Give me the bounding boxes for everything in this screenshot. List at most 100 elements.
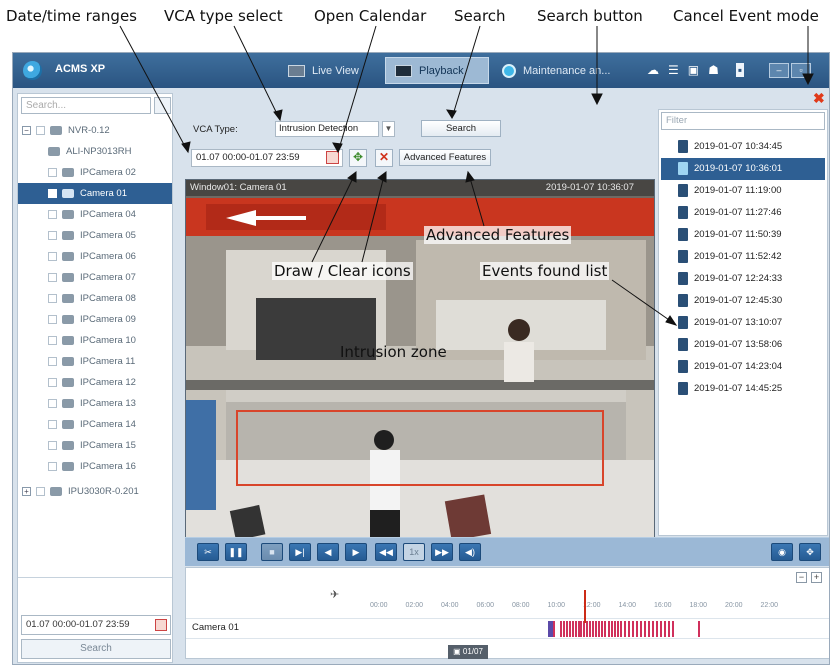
event-bar[interactable] [617,621,619,637]
event-bar[interactable] [604,621,606,637]
event-bar[interactable] [632,621,634,637]
speed-up-icon[interactable]: ▶▶ [431,543,453,561]
cancel-event-mode-icon[interactable]: ✖ [813,90,825,107]
tree-item[interactable]: IPCamera 10 [18,330,172,351]
expand-icon[interactable]: + [22,487,31,496]
event-bar[interactable] [575,621,577,637]
tab-maintenance[interactable]: Maintenance an... [493,57,619,84]
event-list-item[interactable]: 2019-01-07 10:34:45 [661,136,825,158]
tree-checkbox[interactable] [48,315,57,324]
clear-zone-icon[interactable]: ✕ [375,149,393,167]
advanced-features-button[interactable]: Advanced Features [399,149,491,166]
timeline-cursor[interactable] [584,590,586,623]
slow-down-icon[interactable]: ◀◀ [375,543,397,561]
cloud-icon[interactable]: ☁ [647,63,659,77]
tree-item[interactable]: IPCamera 07 [18,267,172,288]
event-bar[interactable] [548,621,551,637]
vca-type-select[interactable]: Intrusion Detection [275,121,379,137]
event-bar[interactable] [672,621,674,637]
tree-item[interactable]: IPCamera 12 [18,372,172,393]
tree-checkbox[interactable] [48,399,57,408]
tree-checkbox[interactable] [48,294,57,303]
tree-item[interactable]: IPCamera 14 [18,414,172,435]
event-bar[interactable] [608,621,610,637]
event-bar[interactable] [598,621,600,637]
events-filter-input[interactable]: Filter [661,112,825,130]
event-bar[interactable] [624,621,626,637]
intrusion-zone-rectangle[interactable] [236,410,604,486]
tree-checkbox[interactable] [48,189,57,198]
tree-item[interactable]: IPCamera 04 [18,204,172,225]
event-bar[interactable] [656,621,658,637]
event-bar[interactable] [578,621,580,637]
tree-item[interactable]: IPCamera 02 [18,162,172,183]
left-search-button[interactable]: Search [21,639,171,659]
tree-item[interactable]: IPCamera 13 [18,393,172,414]
tree-checkbox[interactable] [48,210,57,219]
event-bar[interactable] [652,621,654,637]
left-date-range-field[interactable]: 01.07 00:00-01.07 23:59 [21,615,171,635]
tree-item[interactable]: IPCamera 05 [18,225,172,246]
event-bar[interactable] [560,621,562,637]
event-bar[interactable] [660,621,662,637]
event-bar[interactable] [664,621,666,637]
date-time-range-field[interactable]: 01.07 00:00-01.07 23:59 [191,149,343,167]
event-bar[interactable] [553,621,555,637]
event-bar[interactable] [614,621,616,637]
event-bar[interactable] [589,621,591,637]
event-list-item[interactable]: 2019-01-07 11:27:46 [661,202,825,224]
event-list-item[interactable]: 2019-01-07 11:19:00 [661,180,825,202]
event-list-item[interactable]: 2019-01-07 11:50:39 [661,224,825,246]
tree-item[interactable]: IPCamera 09 [18,309,172,330]
zoom-out-icon[interactable]: − [796,572,807,583]
tree-item[interactable]: + IPU3030R-0.201 [18,481,172,502]
pause-icon[interactable]: ❚❚ [225,543,247,561]
event-list-item[interactable]: 2019-01-07 14:23:04 [661,356,825,378]
timeline[interactable]: − + 00:00 02:00 04:00 06:00 08:00 10:00 12:00 1… [185,567,829,659]
event-bar[interactable] [640,621,642,637]
tree-checkbox[interactable] [48,168,57,177]
fullscreen-icon[interactable]: ✥ [799,543,821,561]
step-forward-icon[interactable]: ▶| [289,543,311,561]
lock-icon[interactable]: ▪ [735,63,745,77]
event-bar[interactable] [563,621,565,637]
event-list-item[interactable]: 2019-01-07 13:10:07 [661,312,825,334]
event-list-item[interactable]: 2019-01-07 14:45:25 [661,378,825,400]
minimize-button[interactable]: – [769,63,789,78]
event-list-item[interactable]: 2019-01-07 11:52:42 [661,246,825,268]
tree-checkbox[interactable] [48,231,57,240]
step-back-icon[interactable]: ◀ [317,543,339,561]
event-bar[interactable] [648,621,650,637]
audio-icon[interactable]: ◀) [459,543,481,561]
tree-checkbox[interactable] [48,441,57,450]
event-bar[interactable] [636,621,638,637]
tree-item[interactable]: IPCamera 11 [18,351,172,372]
chevron-down-icon[interactable]: ▼ [382,121,395,137]
collapse-icon[interactable]: − [22,126,31,135]
event-bar[interactable] [644,621,646,637]
camera-capture-icon[interactable]: ◉ [771,543,793,561]
draw-zone-icon[interactable]: ✥ [349,149,367,167]
clip-icon[interactable]: ✂ [197,543,219,561]
event-bar[interactable] [611,621,613,637]
event-bar[interactable] [601,621,603,637]
tree-checkbox[interactable] [36,126,45,135]
tree-item[interactable]: ALI-NP3013RH [18,141,172,162]
tab-live-view[interactable]: Live View [279,57,368,84]
camera-search-input[interactable]: Search... [21,97,151,114]
tab-playback[interactable]: Playback [385,57,489,84]
event-bar[interactable] [566,621,568,637]
search-icon[interactable] [154,97,171,114]
stop-icon[interactable]: ■ [261,543,283,561]
event-bar[interactable] [583,621,585,637]
tree-checkbox[interactable] [48,336,57,345]
tree-item[interactable]: IPCamera 06 [18,246,172,267]
restore-button[interactable]: ▫ [791,63,811,78]
user-icon[interactable]: ☗ [708,63,719,77]
tree-item[interactable]: − NVR-0.12 [18,120,172,141]
zoom-in-icon[interactable]: + [811,572,822,583]
tree-item[interactable]: IPCamera 16 [18,456,172,477]
event-bar[interactable] [569,621,571,637]
tree-item[interactable]: IPCamera 15 [18,435,172,456]
tree-checkbox[interactable] [48,420,57,429]
